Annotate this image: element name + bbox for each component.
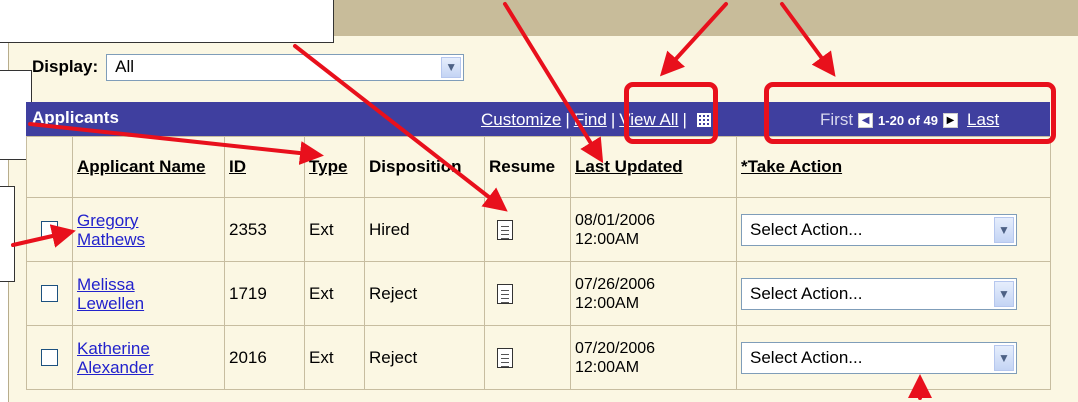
arrow-to-type (28, 122, 324, 166)
arrow-to-view-all (659, 2, 728, 77)
arrow-to-last-updated (503, 2, 604, 164)
annotation-arrows (11, 2, 932, 400)
arrow-to-resume (293, 44, 508, 212)
arrow-to-pager (780, 2, 836, 77)
arrow-to-applicant-name (11, 224, 76, 248)
